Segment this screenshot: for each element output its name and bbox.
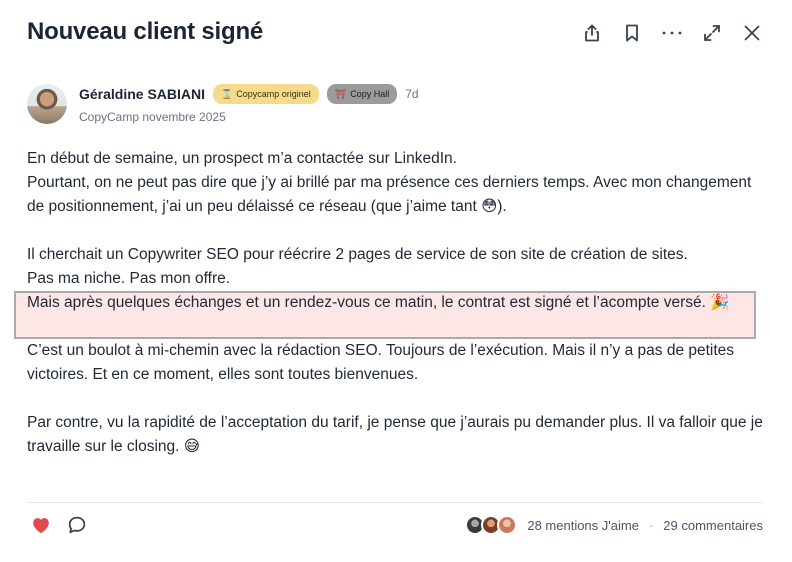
paragraph: Pas ma niche. Pas mon offre. <box>27 270 231 287</box>
torii-icon: ⛩ <box>334 88 347 99</box>
reaction-actions <box>30 514 88 536</box>
header-actions <box>572 19 772 47</box>
author-name[interactable]: Géraldine SABIANI <box>79 86 205 102</box>
engagement-summary: 28 mentions J'aime · 29 commentaires <box>465 515 763 535</box>
separator: · <box>648 517 654 533</box>
paragraph: En début de semaine, un prospect m’a con… <box>27 150 457 167</box>
bookmark-button[interactable] <box>612 19 652 47</box>
expand-icon <box>704 25 720 41</box>
author-avatar[interactable] <box>27 84 67 124</box>
divider <box>27 502 763 503</box>
badge-copy-hall[interactable]: ⛩ Copy Hall <box>326 84 398 104</box>
more-icon <box>662 31 682 35</box>
likes-count[interactable]: 28 mentions J'aime <box>527 518 639 533</box>
post-body: En début de semaine, un prospect m’a con… <box>27 147 767 459</box>
close-button[interactable] <box>732 19 772 47</box>
avatar <box>497 515 518 535</box>
share-button[interactable] <box>572 19 612 47</box>
badge-copycamp-originel[interactable]: ⌛ Copycamp originel <box>213 84 319 104</box>
post-space[interactable]: CopyCamp novembre 2025 <box>79 110 226 124</box>
author-row: Géraldine SABIANI ⌛ Copycamp originel ⛩ … <box>79 84 419 104</box>
more-options-button[interactable] <box>652 19 692 47</box>
post-age[interactable]: 7d <box>405 87 418 101</box>
highlighted-paragraph: Mais après quelques échanges et un rende… <box>27 294 730 311</box>
expand-button[interactable] <box>692 19 732 47</box>
close-icon <box>744 25 760 41</box>
paragraph: Par contre, vu la rapidité de l’acceptat… <box>27 414 763 455</box>
paragraph: Il cherchait un Copywriter SEO pour rééc… <box>27 246 688 263</box>
heart-icon[interactable] <box>30 514 52 536</box>
bookmark-icon <box>626 24 638 42</box>
badge-label: Copy Hall <box>350 89 390 99</box>
comment-icon[interactable] <box>66 514 88 536</box>
paragraph: Pourtant, on ne peut pas dire que j’y ai… <box>27 174 752 215</box>
liker-avatars[interactable] <box>465 515 518 535</box>
comments-count[interactable]: 29 commentaires <box>663 518 763 533</box>
badge-label: Copycamp originel <box>236 89 311 99</box>
share-icon <box>585 24 599 42</box>
paragraph: C’est un boulot à mi-chemin avec la réda… <box>27 342 735 383</box>
post-title: Nouveau client signé <box>27 18 264 45</box>
hourglass-icon: ⌛ <box>221 88 233 99</box>
